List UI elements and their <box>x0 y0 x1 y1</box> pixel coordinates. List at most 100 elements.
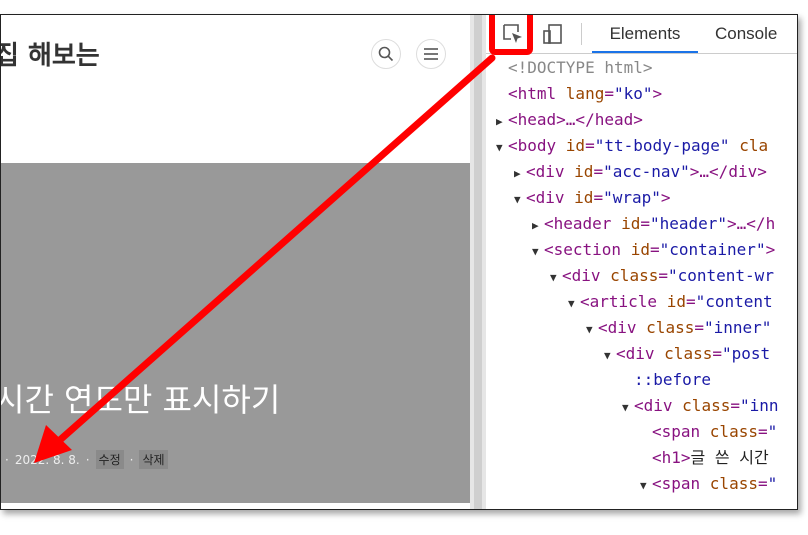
dom-token: <!DOCTYPE html> <box>508 58 653 77</box>
devtools-panel: Elements Console <!DOCTYPE html> <html la… <box>486 15 797 509</box>
dom-tree-node[interactable]: <h1>글 쓴 시간 <box>486 445 797 471</box>
expand-toggle-icon[interactable]: ▼ <box>514 187 526 213</box>
dom-token: "content <box>695 292 773 311</box>
dom-token: lang <box>565 84 605 103</box>
dom-tree-node[interactable]: <html lang="ko"> <box>486 81 797 107</box>
delete-button[interactable]: 삭제 <box>139 450 168 469</box>
dom-token: "inner" <box>703 318 772 337</box>
search-button[interactable] <box>371 39 401 69</box>
dom-token: <span <box>652 422 710 441</box>
dom-token: ::before <box>634 370 712 389</box>
post-meta: · 2022. 8. 8. · 수정 · 삭제 <box>5 450 168 469</box>
dom-token: = <box>604 84 614 103</box>
dom-token: <div <box>616 344 665 363</box>
expand-toggle-icon[interactable]: ▶ <box>496 109 508 135</box>
dom-tree-node[interactable]: ▼ <section id="container"> <box>486 237 797 263</box>
dom-token: id <box>565 136 586 155</box>
meta-separator: · <box>85 452 90 467</box>
dom-token: "inn <box>739 396 779 415</box>
dom-token: <div <box>634 396 683 415</box>
expand-toggle-icon[interactable]: ▼ <box>568 291 580 317</box>
dom-tree: <!DOCTYPE html> <html lang="ko"> ▶ <head>…<… <box>486 55 797 497</box>
dom-tree-node[interactable]: ▼ <div id="wrap"> <box>486 185 797 211</box>
dom-token: "post <box>721 344 771 363</box>
post-date: 2022. 8. 8. <box>14 452 80 467</box>
meta-separator: · <box>5 452 9 467</box>
post-cover: 시간 연도만 표시하기 · 2022. 8. 8. · 수정 · 삭제 <box>1 163 470 503</box>
dom-token: <article <box>580 292 667 311</box>
dom-tree-node[interactable]: ▼ <body id="tt-body-page" cla <box>486 133 797 159</box>
dom-token: "acc-nav" <box>603 162 690 181</box>
page-scrollbar[interactable] <box>474 15 482 509</box>
dom-token: > <box>765 240 776 259</box>
expand-toggle-icon[interactable]: ▼ <box>532 239 544 265</box>
tab-elements[interactable]: Elements <box>592 15 698 53</box>
dom-token: = <box>694 318 704 337</box>
dom-token: id <box>621 214 641 233</box>
dom-tree-node[interactable]: ▼ <div class="content-wr <box>486 263 797 289</box>
browser-window: 집 해보는 시간 연도만 표시하기 · 2022. 8. 8. · 수정 · 삭… <box>0 14 798 510</box>
expand-toggle-icon[interactable]: ▼ <box>586 317 598 343</box>
dom-token: " <box>767 422 778 441</box>
dom-token: = <box>585 136 595 155</box>
web-page: 집 해보는 시간 연도만 표시하기 · 2022. 8. 8. · 수정 · 삭… <box>1 15 470 509</box>
dom-token: <head>…</head> <box>508 110 643 129</box>
dom-token: class <box>709 474 758 493</box>
dom-token: <header <box>544 214 622 233</box>
expand-toggle-icon[interactable]: ▼ <box>496 135 508 161</box>
dom-token: class <box>664 344 713 363</box>
device-toolbar-button[interactable] <box>540 21 566 47</box>
dom-token: "wrap" <box>603 188 661 207</box>
expand-toggle-icon[interactable]: ▶ <box>514 161 526 187</box>
dom-token: id <box>574 162 594 181</box>
dom-token: = <box>685 292 696 311</box>
dom-token: <body <box>508 136 566 155</box>
dom-token: id <box>574 188 594 207</box>
dom-tree-node[interactable]: ▶ <header id="header">…</h <box>486 211 797 237</box>
menu-button[interactable] <box>416 39 446 69</box>
dom-token: class <box>646 318 695 337</box>
dom-token: class <box>682 396 731 415</box>
dom-token: "tt-body-page" <box>594 136 730 155</box>
expand-toggle-icon[interactable]: ▼ <box>640 473 652 499</box>
dom-token: " <box>767 474 778 493</box>
devtools-toolbar: Elements Console <box>486 15 797 55</box>
site-title[interactable]: 집 해보는 <box>1 35 100 72</box>
tab-console[interactable]: Console <box>715 15 777 53</box>
dom-tree-node[interactable]: ▼ <div class="inn <box>486 393 797 419</box>
expand-toggle-icon[interactable]: ▼ <box>604 343 616 369</box>
dom-token: >…</h <box>727 214 776 233</box>
dom-tree-node[interactable]: ▶ <head>…</head> <box>486 107 797 133</box>
dom-tree-node[interactable]: ::before <box>486 367 797 393</box>
dom-token: cla <box>729 136 769 155</box>
dom-tree-node[interactable]: ▼ <div class="inner" <box>486 315 797 341</box>
dom-token: <div <box>526 188 575 207</box>
dom-token: "content-wr <box>667 266 774 285</box>
dom-token: = <box>757 474 768 493</box>
dom-token: <section <box>544 240 631 259</box>
edit-button[interactable]: 수정 <box>95 450 124 469</box>
dom-token: = <box>593 188 604 207</box>
dom-tree-node[interactable]: <span class=" <box>486 419 797 445</box>
dom-token: <html <box>508 84 566 103</box>
dom-token: class <box>610 266 659 285</box>
expand-toggle-icon[interactable]: ▶ <box>532 213 544 239</box>
dom-token: class <box>709 422 758 441</box>
dom-token: <div <box>562 266 611 285</box>
dom-token: > <box>660 188 671 207</box>
dom-tree-node[interactable]: ▶ <div id="acc-nav">…</div> <box>486 159 797 185</box>
dom-tree-node[interactable]: ▼ <article id="content <box>486 289 797 315</box>
inspect-highlight-box <box>489 15 533 55</box>
expand-toggle-icon[interactable]: ▼ <box>622 395 634 421</box>
dom-token: <h1> <box>652 448 691 467</box>
dom-tree-node[interactable]: <!DOCTYPE html> <box>486 55 797 81</box>
dom-token: "header" <box>649 214 728 233</box>
dom-token: <span <box>652 474 710 493</box>
dom-tree-node[interactable]: ▼ <div class="post <box>486 341 797 367</box>
expand-toggle-icon[interactable]: ▼ <box>550 265 562 291</box>
dom-token: = <box>730 396 740 415</box>
dom-token: "ko" <box>613 84 653 103</box>
dom-tree-node[interactable]: ▼ <span class=" <box>486 471 797 497</box>
device-toggle-icon <box>543 24 562 44</box>
search-icon <box>378 46 394 62</box>
